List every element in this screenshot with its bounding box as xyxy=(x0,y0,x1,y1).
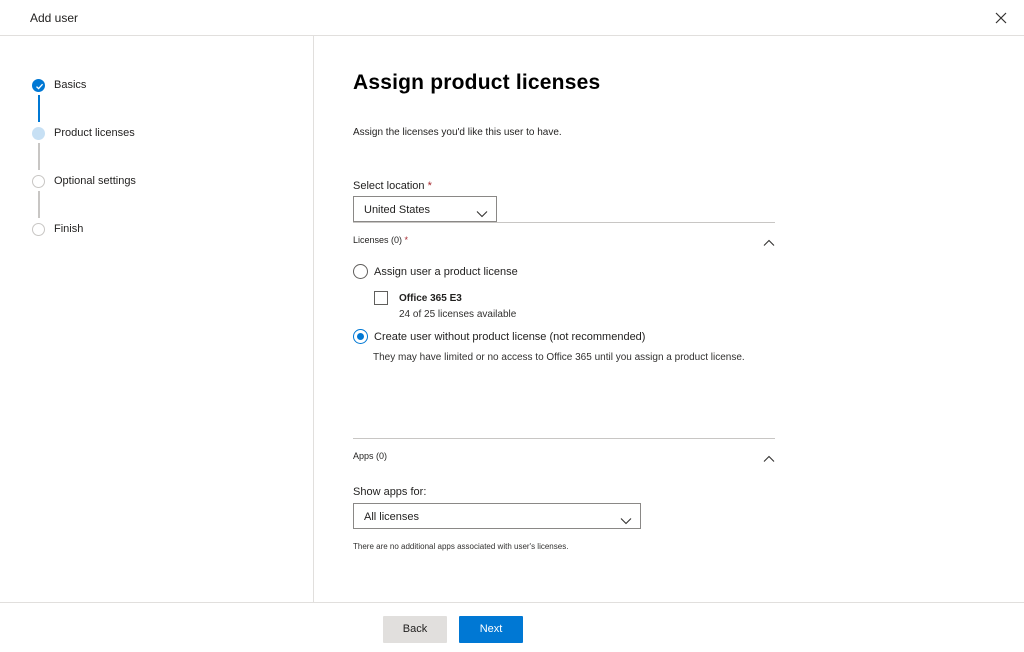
section-divider xyxy=(353,222,775,223)
section-divider xyxy=(353,438,775,439)
show-apps-label: Show apps for: xyxy=(353,486,427,498)
step-indicator xyxy=(32,223,45,236)
assign-license-label: Assign user a product license xyxy=(374,266,518,278)
no-license-description: They may have limited or no access to Of… xyxy=(373,352,745,363)
radio-selected-dot xyxy=(357,333,364,340)
step-label: Finish xyxy=(54,223,84,235)
license-name: Office 365 E3 xyxy=(399,293,462,304)
checkmark-icon xyxy=(32,79,45,92)
licenses-heading: Licenses (0) * xyxy=(353,235,409,245)
step-label: Product licenses xyxy=(54,127,135,139)
location-value: United States xyxy=(364,204,431,216)
show-apps-value: All licenses xyxy=(364,511,420,523)
step-indicator xyxy=(32,127,45,140)
wizard-steps: Basics Product licenses Optional setting… xyxy=(0,36,314,602)
step-product-licenses[interactable]: Product licenses xyxy=(32,127,292,141)
panel-header: Add user xyxy=(0,0,1024,36)
apps-note: There are no additional apps associated … xyxy=(353,542,569,551)
chevron-down-icon xyxy=(476,205,488,223)
page-title: Assign product licenses xyxy=(353,71,601,94)
no-license-label: Create user without product license (not… xyxy=(374,331,646,343)
show-apps-dropdown[interactable]: All licenses xyxy=(353,503,641,529)
step-label: Basics xyxy=(54,79,87,91)
close-icon[interactable] xyxy=(992,9,1010,27)
location-dropdown[interactable]: United States xyxy=(353,196,497,222)
next-button[interactable]: Next xyxy=(459,616,523,643)
chevron-up-icon[interactable] xyxy=(763,450,777,462)
assign-license-radio[interactable] xyxy=(353,264,368,279)
step-connector xyxy=(38,95,40,122)
step-connector xyxy=(38,191,40,218)
chevron-down-icon xyxy=(620,512,632,530)
step-finish[interactable]: Finish xyxy=(32,223,292,237)
location-label: Select location * xyxy=(353,180,432,192)
license-availability: 24 of 25 licenses available xyxy=(399,309,517,320)
step-label: Optional settings xyxy=(54,175,136,187)
panel-footer: Back Next xyxy=(0,602,1024,652)
panel-title: Add user xyxy=(30,11,79,25)
step-indicator xyxy=(32,175,45,188)
step-optional-settings[interactable]: Optional settings xyxy=(32,175,292,189)
chevron-up-icon[interactable] xyxy=(763,234,777,246)
main-content: Assign product licenses Assign the licen… xyxy=(314,36,1024,602)
office365-e3-checkbox[interactable] xyxy=(374,291,388,305)
page-description: Assign the licenses you'd like this user… xyxy=(353,127,562,138)
no-license-radio[interactable] xyxy=(353,329,368,344)
back-button[interactable]: Back xyxy=(383,616,447,643)
step-connector xyxy=(38,143,40,170)
apps-heading: Apps (0) xyxy=(353,451,388,461)
step-basics[interactable]: Basics xyxy=(32,79,292,93)
